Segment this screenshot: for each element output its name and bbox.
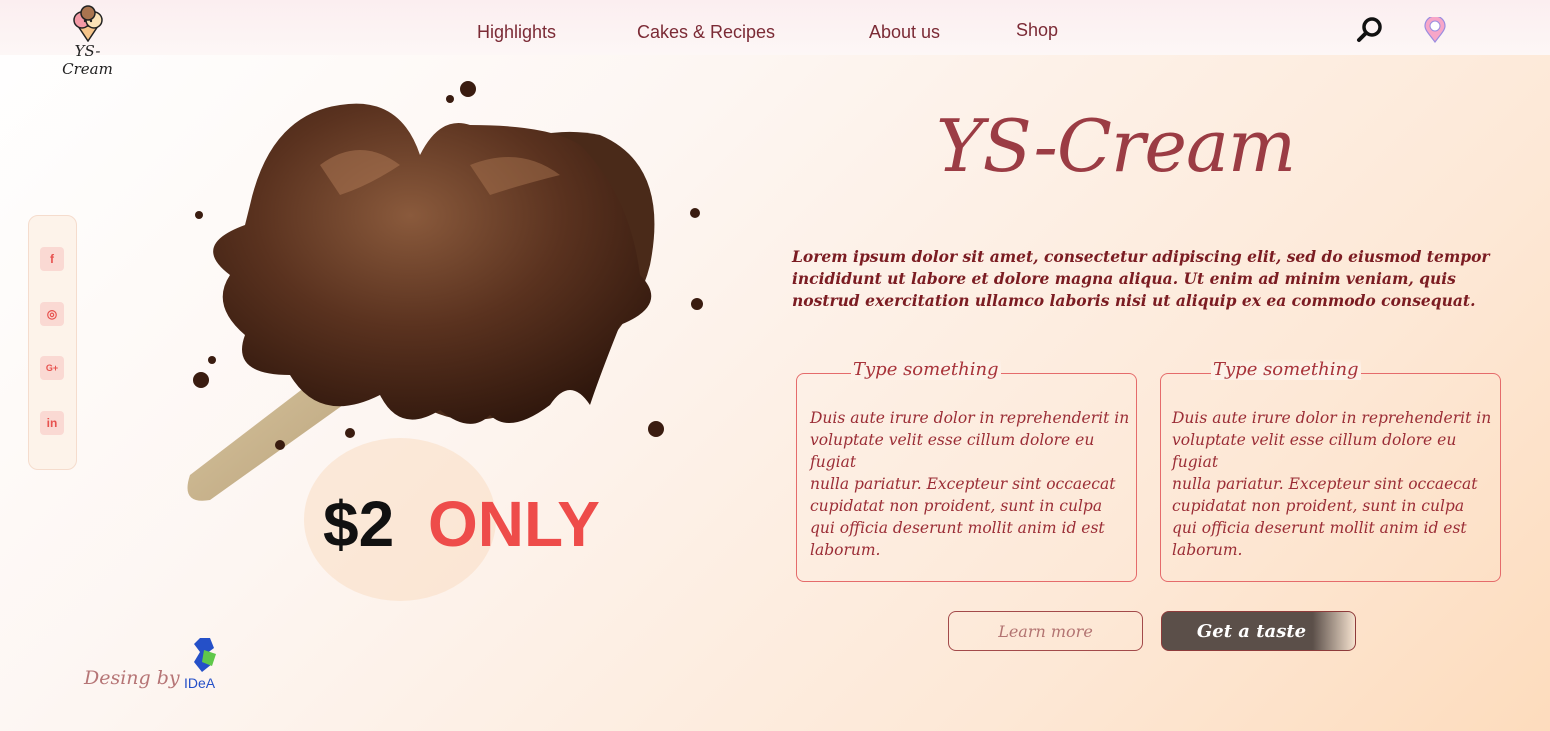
info-card-2-body: Duis aute irure dolor in reprehenderit i… <box>1172 409 1492 559</box>
info-card-1-label: Type something <box>851 359 1001 380</box>
search-icon <box>1357 17 1382 42</box>
price-only-label: ONLY <box>428 488 600 560</box>
info-card-2-text: Duis aute irure dolor in reprehenderit i… <box>1172 407 1492 561</box>
facebook-icon[interactable]: f <box>40 247 64 271</box>
search-button[interactable] <box>1356 16 1384 44</box>
linkedin-icon[interactable]: in <box>40 411 64 435</box>
intro-paragraph: Lorem ipsum dolor sit amet, consectetur … <box>792 247 1490 310</box>
svg-text:IDeA: IDeA <box>184 675 216 690</box>
location-pin-icon <box>1424 15 1446 43</box>
nav-link-about-us[interactable]: About us <box>869 22 940 43</box>
chocolate-ice-cream-image <box>170 75 730 505</box>
instagram-icon[interactable]: ◎ <box>40 302 64 326</box>
top-navbar: YS-Cream Highlights Cakes & Recipes Abou… <box>0 0 1550 78</box>
nav-link-cakes-recipes[interactable]: Cakes & Recipes <box>637 22 775 43</box>
info-card-2-label: Type something <box>1211 359 1361 380</box>
get-a-taste-button[interactable]: Get a taste <box>1161 611 1356 651</box>
google-plus-icon[interactable]: G+ <box>40 356 64 380</box>
social-sidebar: f ◎ G+ in <box>28 215 77 470</box>
info-card-1-text: Duis aute irure dolor in reprehenderit i… <box>810 407 1130 561</box>
nav-link-shop[interactable]: Shop <box>1016 20 1058 41</box>
brand-logo[interactable]: YS-Cream <box>50 4 125 78</box>
learn-more-button[interactable]: Learn more <box>948 611 1143 651</box>
nav-link-highlights[interactable]: Highlights <box>477 22 556 43</box>
info-card-1-body: Duis aute irure dolor in reprehenderit i… <box>810 409 1130 559</box>
brand-title: YS-Cream <box>936 104 1296 188</box>
price-amount: $2 <box>323 488 395 560</box>
logo-text: YS-Cream <box>62 42 113 78</box>
designer-logo: IDeA <box>182 636 232 691</box>
ice-cream-logo-icon <box>73 5 103 42</box>
design-credit-text: Desing by <box>84 667 180 689</box>
location-button[interactable] <box>1423 15 1447 43</box>
